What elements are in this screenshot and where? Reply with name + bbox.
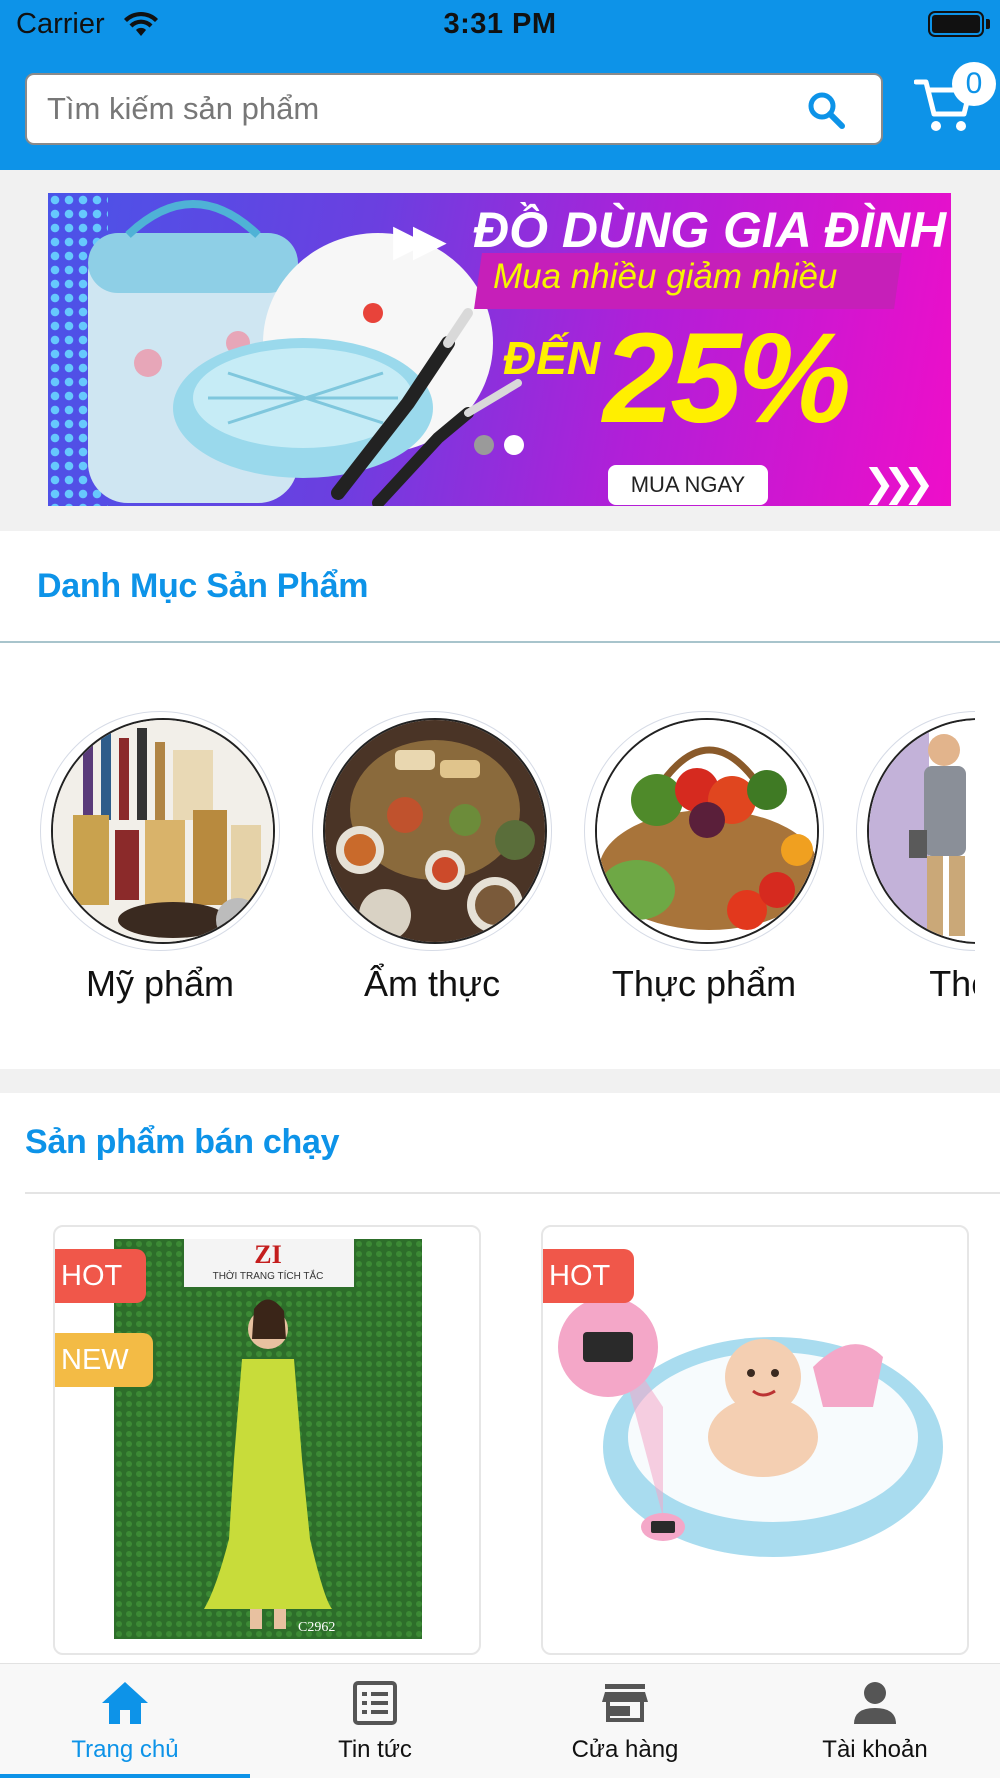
category-item-cosmetics[interactable]: Mỹ phẩm bbox=[40, 711, 280, 1041]
category-list[interactable]: Mỹ phẩm Ẩm thực Thực phẩm Th bbox=[0, 711, 975, 1051]
category-circle bbox=[312, 711, 552, 951]
hot-badge-tail bbox=[53, 1303, 55, 1321]
banner-arrows: ▶▶ bbox=[393, 216, 447, 265]
carousel-dot-1[interactable] bbox=[474, 435, 494, 455]
nav-item-account[interactable]: Tài khoản bbox=[750, 1664, 1000, 1778]
product-card-1[interactable]: ZI THỜI TRANG TÍCH TẮC C2962 HOT NEW bbox=[53, 1225, 481, 1655]
category-circle bbox=[856, 711, 975, 951]
nav-label: Tài khoản bbox=[822, 1736, 928, 1763]
best-sellers-section: Sản phẩm bán chạy ZI THỜI TRANG TÍCH TẮC… bbox=[0, 1093, 1000, 1663]
best-sellers-divider bbox=[25, 1192, 1000, 1194]
banner-subtitle: Mua nhiều giảm nhiều bbox=[493, 257, 838, 296]
product-image-dress: ZI THỜI TRANG TÍCH TẮC C2962 bbox=[114, 1239, 422, 1639]
nav-item-home[interactable]: Trang chủ bbox=[0, 1664, 250, 1778]
category-label: Mỹ phẩm bbox=[85, 963, 235, 1004]
category-circle bbox=[40, 711, 280, 951]
category-label: Thời t bbox=[929, 963, 975, 1004]
category-item-fashion[interactable]: Thời t bbox=[856, 711, 975, 1041]
product-card-2[interactable]: HOT bbox=[541, 1225, 969, 1655]
category-section-title: Danh Mục Sản Phẩm bbox=[37, 567, 369, 605]
bottom-navigation: Trang chủ Tin tức Cửa hàng Tài khoản bbox=[0, 1663, 1000, 1778]
hot-badge-tail bbox=[541, 1303, 543, 1321]
banner-section: ▶▶ ĐỒ DÙNG GIA ĐÌNH Mua nhiều giảm nhiều… bbox=[0, 170, 1000, 531]
battery-tip bbox=[986, 19, 990, 29]
category-section: Danh Mục Sản Phẩm Mỹ phẩm Ẩm thực Thực p… bbox=[0, 531, 1000, 1069]
chevrons-icon: ❯❯❯ bbox=[863, 463, 934, 505]
category-label: Thực phẩm bbox=[611, 963, 797, 1004]
carousel-dot-2[interactable] bbox=[504, 435, 524, 455]
clock: 3:31 PM bbox=[443, 8, 557, 40]
account-icon bbox=[854, 1682, 896, 1724]
hot-badge: HOT bbox=[55, 1249, 147, 1303]
fashion-image bbox=[869, 720, 975, 942]
vegetable-basket-image bbox=[597, 720, 817, 942]
search-input[interactable] bbox=[47, 75, 787, 143]
product-code-text: C2962 bbox=[298, 1620, 335, 1635]
section-gap bbox=[0, 1069, 1000, 1093]
banner-title: ĐỒ DÙNG GIA ĐÌNH bbox=[473, 202, 947, 258]
app-header: Carrier 3:31 PM 0 bbox=[0, 0, 1000, 170]
cosmetics-image bbox=[53, 720, 273, 942]
banner-discount: 25% bbox=[603, 307, 851, 450]
promo-banner[interactable]: ▶▶ ĐỒ DÙNG GIA ĐÌNH Mua nhiều giảm nhiều… bbox=[48, 193, 951, 506]
category-item-groceries[interactable]: Thực phẩm bbox=[584, 711, 824, 1041]
store-icon bbox=[602, 1684, 648, 1722]
nav-item-news[interactable]: Tin tức bbox=[250, 1664, 500, 1778]
home-icon bbox=[102, 1682, 148, 1724]
search-bar[interactable] bbox=[25, 73, 883, 145]
nav-label: Tin tức bbox=[338, 1736, 412, 1763]
category-circle bbox=[584, 711, 824, 951]
category-divider bbox=[0, 641, 1000, 643]
shop-name-text: THỜI TRANG TÍCH TẮC bbox=[213, 1269, 324, 1282]
search-icon[interactable] bbox=[805, 89, 847, 131]
nav-label: Cửa hàng bbox=[571, 1736, 679, 1763]
nav-label: Trang chủ bbox=[71, 1736, 179, 1763]
news-icon bbox=[353, 1681, 397, 1725]
nav-active-indicator bbox=[0, 1774, 250, 1778]
buy-now-button[interactable]: MUA NGAY bbox=[608, 465, 768, 505]
svg-text:ZI: ZI bbox=[254, 1240, 281, 1269]
product-image-baby-bath bbox=[553, 1287, 953, 1587]
cart-count-badge: 0 bbox=[952, 62, 996, 106]
new-badge: NEW bbox=[55, 1333, 153, 1387]
cuisine-image bbox=[325, 720, 545, 942]
best-sellers-title: Sản phẩm bán chạy bbox=[25, 1123, 340, 1161]
nav-item-store[interactable]: Cửa hàng bbox=[500, 1664, 750, 1778]
status-bar: Carrier 3:31 PM bbox=[0, 0, 1000, 50]
hot-badge: HOT bbox=[543, 1249, 635, 1303]
category-item-cuisine[interactable]: Ẩm thực bbox=[312, 711, 552, 1041]
new-badge-tail bbox=[53, 1387, 55, 1405]
banner-prefix: ĐẾN bbox=[503, 332, 601, 384]
category-label: Ẩm thực bbox=[363, 963, 501, 1004]
battery-icon bbox=[928, 11, 984, 37]
